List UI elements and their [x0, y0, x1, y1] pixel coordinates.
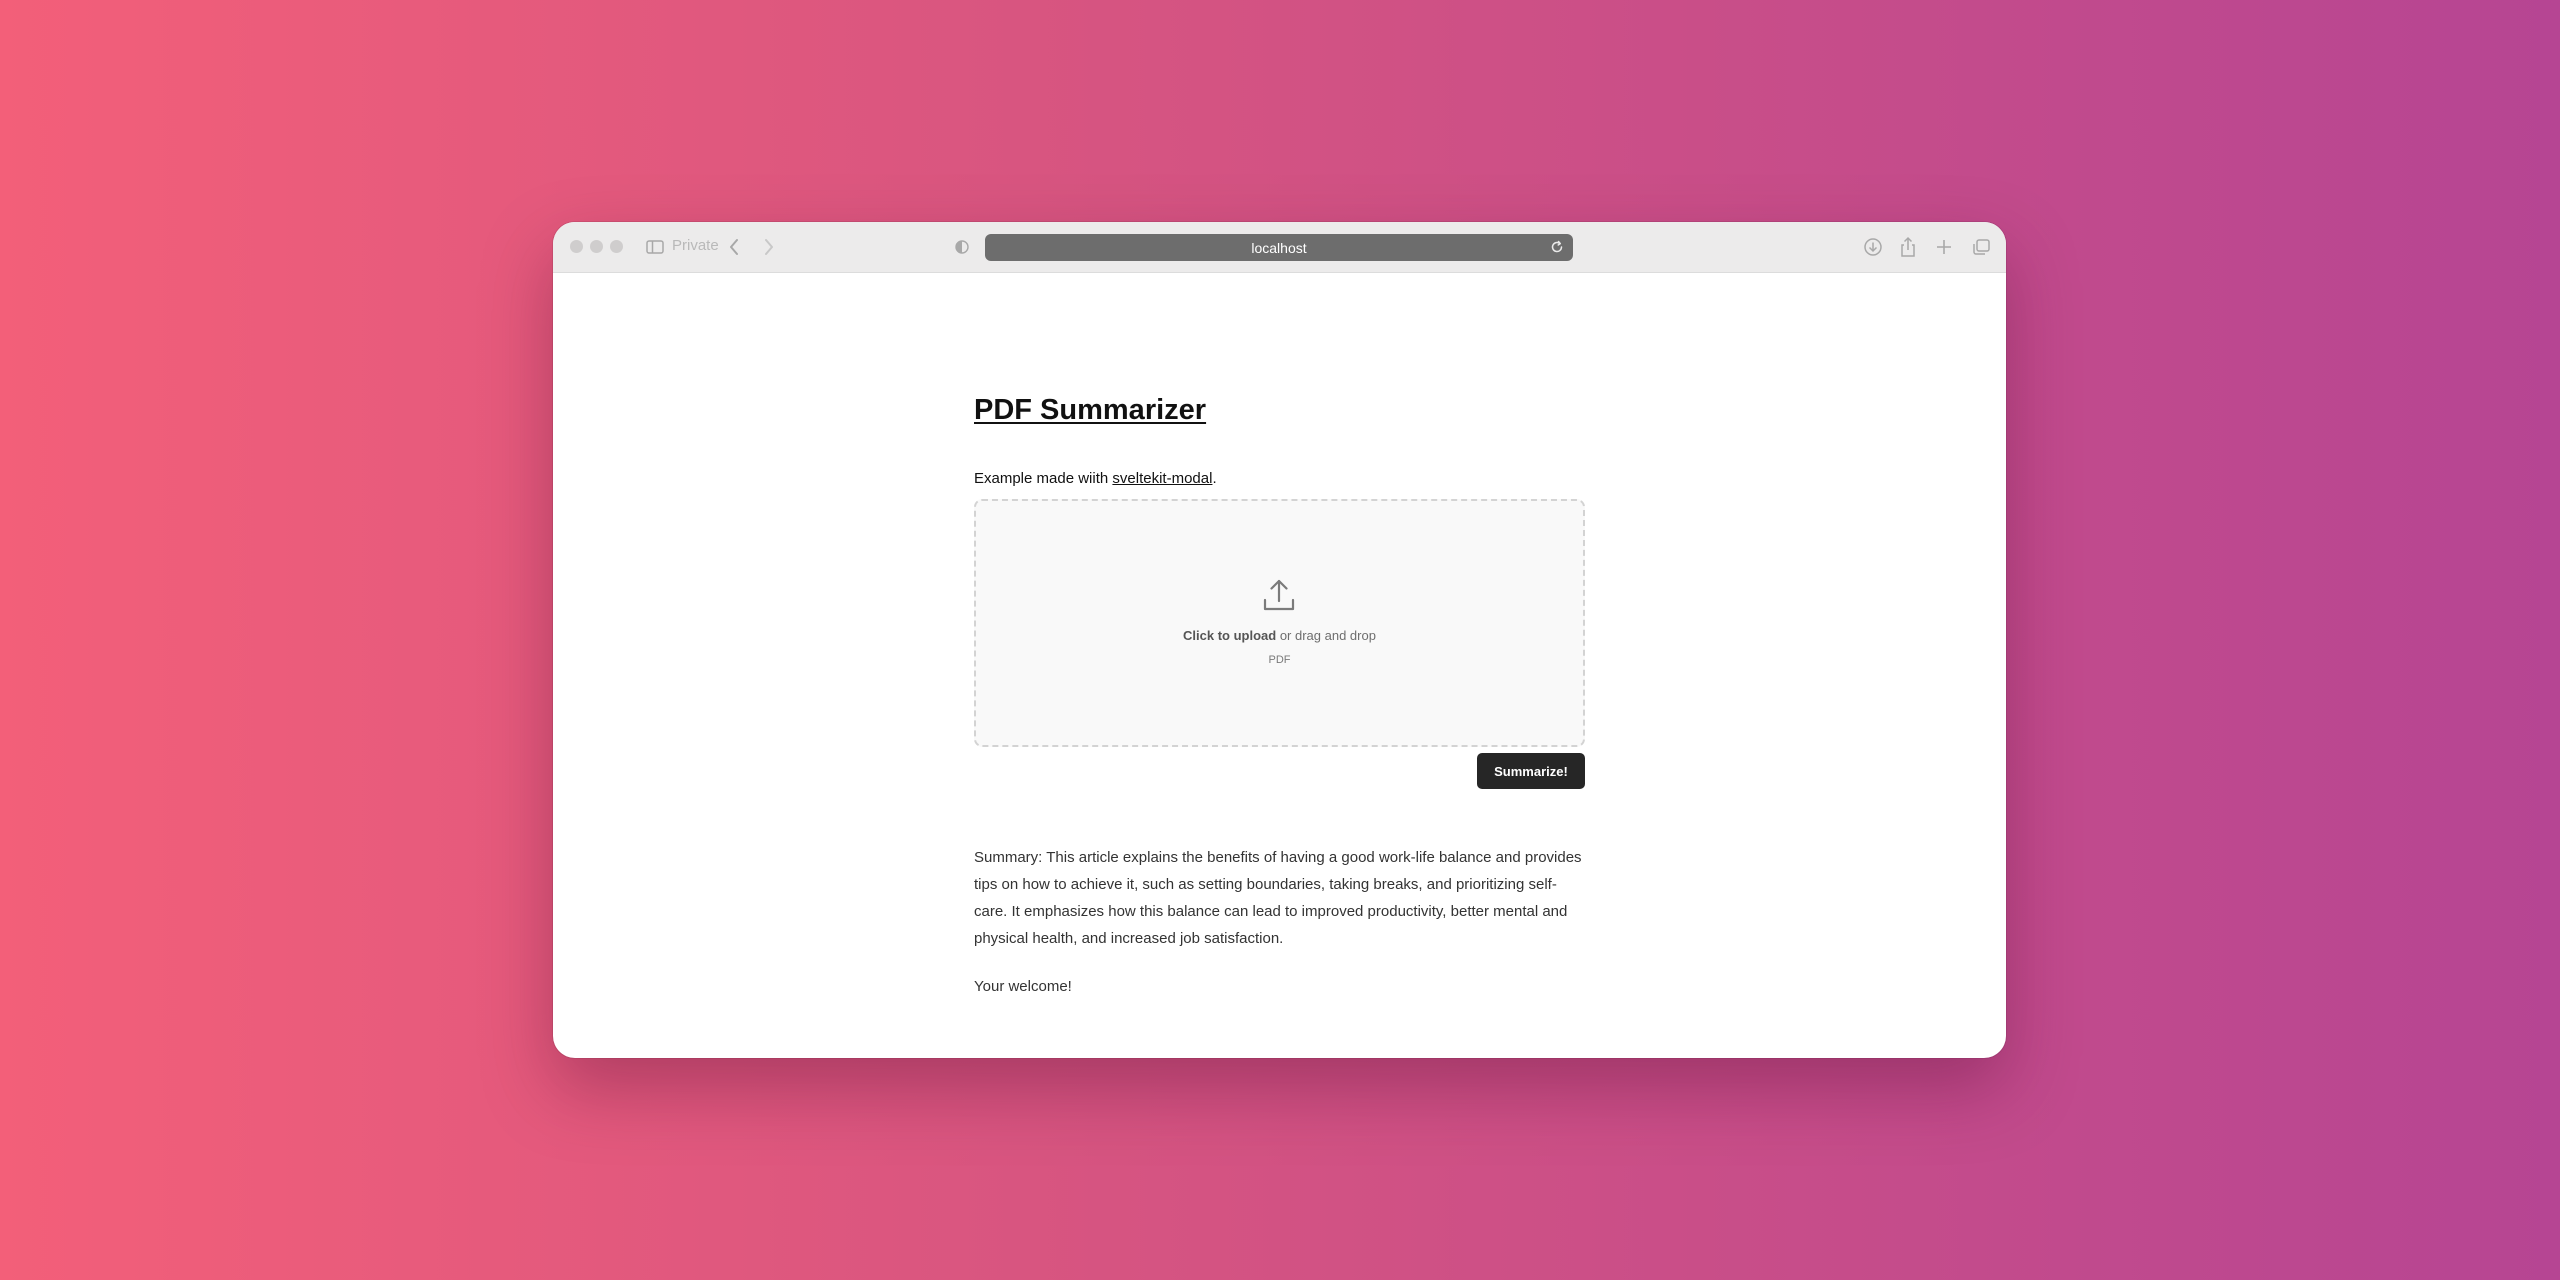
- click-to-upload-label: Click to upload: [1183, 628, 1277, 643]
- upload-icon: [1262, 578, 1296, 612]
- browser-window: Private localhost PDF Summarizer Example…: [553, 222, 2006, 1058]
- url-text: localhost: [1251, 239, 1307, 256]
- new-tab-icon[interactable]: [1935, 236, 1955, 258]
- page-subtitle: Example made wiith sveltekit-modal.: [974, 470, 1217, 487]
- closing-text: Your welcome!: [974, 978, 1072, 995]
- back-icon[interactable]: [728, 236, 742, 258]
- file-type-hint: PDF: [1268, 654, 1291, 666]
- share-icon[interactable]: [1899, 236, 1919, 258]
- sveltekit-modal-link[interactable]: sveltekit-modal: [1112, 470, 1212, 487]
- tabs-overview-icon[interactable]: [1971, 236, 1991, 258]
- summarize-button[interactable]: Summarize!: [1477, 753, 1585, 789]
- private-mode-label: Private: [672, 237, 719, 254]
- download-icon[interactable]: [1863, 236, 1883, 258]
- subtitle-period: .: [1212, 470, 1217, 487]
- pdf-dropzone[interactable]: Click to upload or drag and drop PDF: [974, 499, 1585, 747]
- page-title[interactable]: PDF Summarizer: [974, 396, 1206, 425]
- shield-icon[interactable]: [955, 236, 971, 258]
- upload-instructions: Click to upload or drag and drop: [976, 628, 1583, 643]
- address-bar[interactable]: localhost: [985, 234, 1573, 261]
- close-window-button[interactable]: [570, 240, 583, 253]
- zoom-window-button[interactable]: [610, 240, 623, 253]
- browser-toolbar: Private localhost: [553, 222, 2006, 273]
- forward-icon[interactable]: [763, 236, 777, 258]
- subtitle-text: Example made wiith: [974, 470, 1113, 487]
- summary-text: Summary: This article explains the benef…: [974, 849, 1582, 947]
- sidebar-icon[interactable]: [646, 236, 664, 258]
- drag-drop-label: or drag and drop: [1276, 628, 1376, 643]
- minimize-window-button[interactable]: [590, 240, 603, 253]
- reload-icon[interactable]: [1549, 239, 1565, 255]
